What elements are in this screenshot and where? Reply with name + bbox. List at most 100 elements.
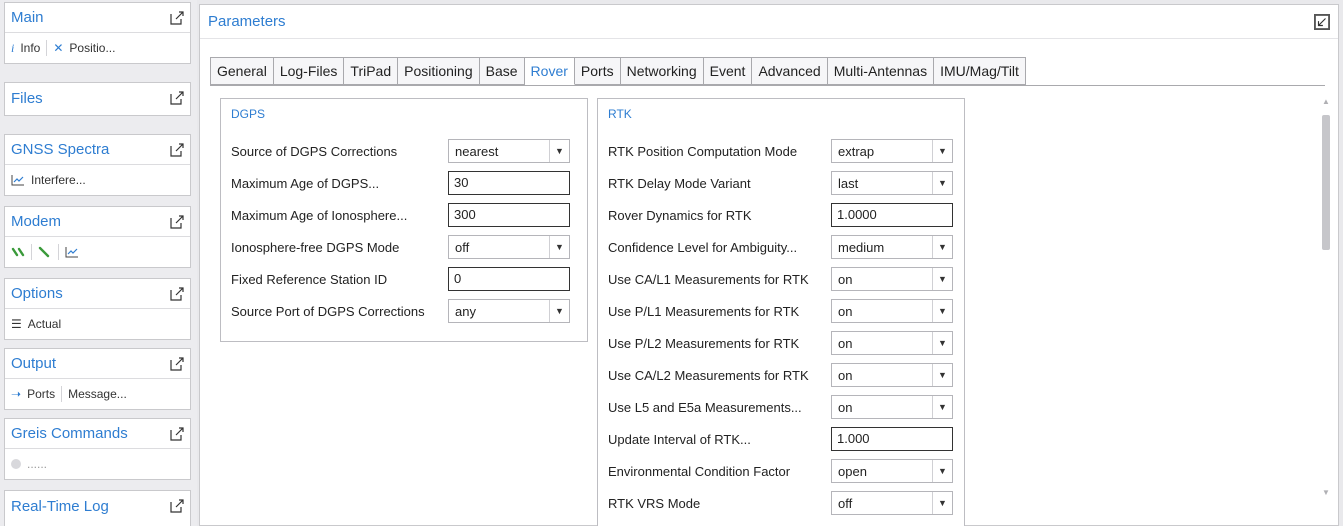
options-panel: Options ☰ Actual: [4, 278, 191, 340]
dgps-input[interactable]: 300: [448, 203, 570, 227]
rtk-group: RTK RTK Position Computation Mode extrap ▼…: [597, 98, 965, 526]
tab-positioning[interactable]: Positioning: [398, 58, 480, 85]
divider: [61, 386, 63, 402]
scroll-down-icon[interactable]: ▼: [1320, 488, 1332, 497]
rtk-input[interactable]: 1.0000: [831, 203, 953, 227]
rtk-select[interactable]: medium ▼: [831, 235, 953, 259]
info-icon: i: [11, 40, 15, 55]
rover-content: DGPS Source of DGPS Corrections nearest ▼ M…: [210, 85, 1325, 526]
realtime-panel: Real-Time Log: [4, 490, 191, 526]
rtk-row-label: Use L5 and E5a Measurements...: [608, 399, 802, 415]
chevron-down-icon[interactable]: ▼: [932, 364, 952, 386]
collapse-icon[interactable]: [1314, 13, 1330, 30]
greis-command-item[interactable]: ......: [27, 457, 47, 471]
rtk-select[interactable]: last ▼: [831, 171, 953, 195]
tab-multi-antennas[interactable]: Multi-Antennas: [827, 58, 935, 85]
popout-icon[interactable]: [170, 426, 184, 441]
dgps-select[interactable]: any ▼: [448, 299, 570, 323]
dgps-row: Source Port of DGPS Corrections: [231, 299, 425, 323]
messages-item[interactable]: Message...: [68, 387, 127, 401]
tab-rover[interactable]: Rover: [524, 58, 575, 85]
files-panel: Files: [4, 82, 191, 116]
main-panel: Main i Info ✕ Positio...: [4, 2, 191, 64]
main-panel-header[interactable]: Main: [5, 3, 190, 33]
modem-panel-body: [5, 237, 190, 267]
greis-panel-header[interactable]: Greis Commands: [5, 419, 190, 449]
tab-bar: General Log-Files TriPad Positioning Bas…: [210, 57, 1026, 85]
modem-panel-title: Modem: [11, 213, 62, 230]
scrollbar-thumb[interactable]: [1322, 115, 1330, 250]
rtk-select[interactable]: extrap ▼: [831, 139, 953, 163]
gnss-panel-header[interactable]: GNSS Spectra: [5, 135, 190, 165]
tab-general[interactable]: General: [211, 58, 274, 85]
popout-icon[interactable]: [170, 356, 184, 371]
info-item[interactable]: Info: [20, 41, 40, 55]
tab-event[interactable]: Event: [703, 58, 753, 85]
rtk-row-label: RTK Delay Mode Variant: [608, 175, 751, 191]
chevron-down-icon[interactable]: ▼: [932, 460, 952, 482]
interference-item[interactable]: Interfere...: [31, 173, 86, 187]
rtk-select-value: on: [838, 399, 853, 415]
chevron-down-icon[interactable]: ▼: [549, 140, 569, 162]
dgps-row-label: Fixed Reference Station ID: [231, 271, 388, 287]
scroll-up-icon[interactable]: ▲: [1320, 97, 1332, 106]
tab-log-files[interactable]: Log-Files: [273, 58, 345, 85]
rtk-select[interactable]: on ▼: [831, 363, 953, 387]
rtk-select[interactable]: open ▼: [831, 459, 953, 483]
options-panel-title: Options: [11, 285, 63, 302]
popout-icon[interactable]: [170, 499, 184, 513]
files-panel-header[interactable]: Files: [5, 83, 190, 113]
output-panel-header[interactable]: Output: [5, 349, 190, 379]
tab-imu-mag-tilt[interactable]: IMU/Mag/Tilt: [934, 58, 1026, 85]
parameters-header: Parameters: [200, 5, 1338, 39]
dgps-input[interactable]: 30: [448, 171, 570, 195]
chevron-down-icon[interactable]: ▼: [932, 396, 952, 418]
tab-tripad[interactable]: TriPad: [344, 58, 399, 85]
link-icon[interactable]: [11, 246, 25, 258]
chevron-down-icon[interactable]: ▼: [932, 300, 952, 322]
dgps-row: Maximum Age of DGPS...: [231, 171, 379, 195]
tab-base[interactable]: Base: [479, 58, 525, 85]
popout-icon[interactable]: [170, 214, 184, 229]
chevron-down-icon[interactable]: ▼: [932, 236, 952, 258]
rtk-select[interactable]: on ▼: [831, 299, 953, 323]
tab-networking[interactable]: Networking: [620, 58, 704, 85]
chevron-down-icon[interactable]: ▼: [932, 268, 952, 290]
popout-icon[interactable]: [170, 91, 184, 105]
chevron-down-icon[interactable]: ▼: [932, 492, 952, 514]
chevron-down-icon[interactable]: ▼: [932, 140, 952, 162]
actual-item[interactable]: Actual: [28, 317, 61, 331]
chart-icon: [11, 175, 24, 186]
chevron-down-icon[interactable]: ▼: [932, 172, 952, 194]
dgps-row-label: Ionosphere-free DGPS Mode: [231, 239, 400, 255]
modem-panel-header[interactable]: Modem: [5, 207, 190, 237]
options-panel-header[interactable]: Options: [5, 279, 190, 309]
rtk-select-value: extrap: [838, 143, 875, 159]
dgps-select[interactable]: nearest ▼: [448, 139, 570, 163]
chevron-down-icon[interactable]: ▼: [549, 236, 569, 258]
rtk-select[interactable]: on ▼: [831, 395, 953, 419]
chevron-down-icon[interactable]: ▼: [932, 332, 952, 354]
tab-ports[interactable]: Ports: [574, 58, 621, 85]
rtk-input[interactable]: 1.000: [831, 427, 953, 451]
popout-icon[interactable]: [170, 142, 184, 157]
tab-advanced[interactable]: Advanced: [752, 58, 828, 85]
popout-icon[interactable]: [170, 286, 184, 301]
rtk-select[interactable]: off ▼: [831, 491, 953, 515]
rtk-select[interactable]: on ▼: [831, 267, 953, 291]
dgps-select[interactable]: off ▼: [448, 235, 570, 259]
vertical-scrollbar[interactable]: ▲ ▼: [1320, 97, 1332, 497]
rtk-select-value: last: [838, 175, 859, 191]
popout-icon[interactable]: [170, 10, 184, 25]
rtk-select[interactable]: on ▼: [831, 331, 953, 355]
position-item[interactable]: Positio...: [69, 41, 115, 55]
chart-icon[interactable]: [65, 246, 79, 258]
realtime-panel-header[interactable]: Real-Time Log: [5, 491, 190, 521]
link-icon[interactable]: [38, 246, 52, 258]
chevron-down-icon[interactable]: ▼: [549, 300, 569, 322]
dgps-input[interactable]: 0: [448, 267, 570, 291]
rtk-row-label: Update Interval of RTK...: [608, 431, 751, 447]
ports-item[interactable]: Ports: [27, 387, 55, 401]
rtk-row: RTK Position Computation Mode: [608, 139, 797, 163]
main-panel-title: Main: [11, 9, 44, 26]
